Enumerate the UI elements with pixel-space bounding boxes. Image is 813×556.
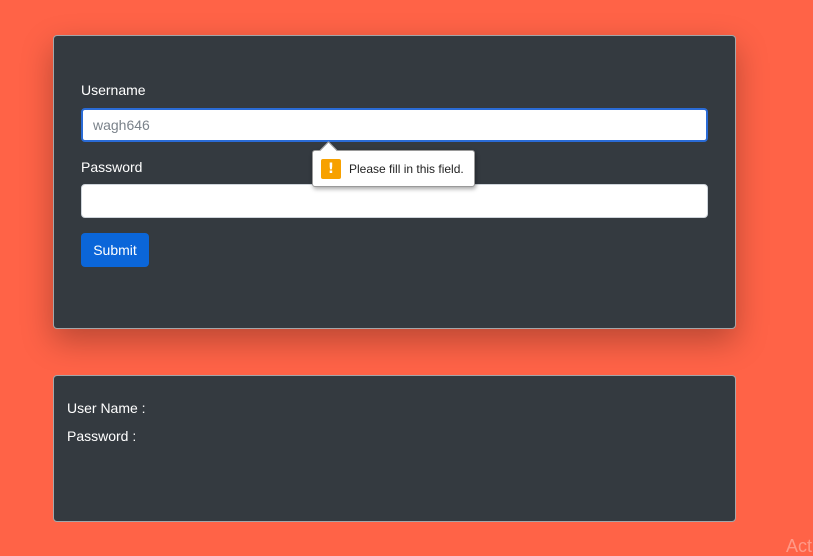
output-username-label: User Name :: [67, 400, 146, 416]
activation-watermark: Act: [786, 536, 813, 556]
validation-tooltip: ! Please fill in this field.: [312, 141, 475, 187]
output-password-label: Password :: [67, 428, 137, 444]
warning-icon: !: [321, 159, 341, 179]
password-label: Password: [81, 159, 143, 175]
username-input[interactable]: [81, 108, 708, 142]
submit-button[interactable]: Submit: [81, 233, 149, 267]
output-card: User Name : Password :: [53, 375, 736, 522]
tooltip-message: Please fill in this field.: [349, 162, 464, 176]
username-label: Username: [81, 82, 146, 98]
password-input[interactable]: [81, 184, 708, 218]
